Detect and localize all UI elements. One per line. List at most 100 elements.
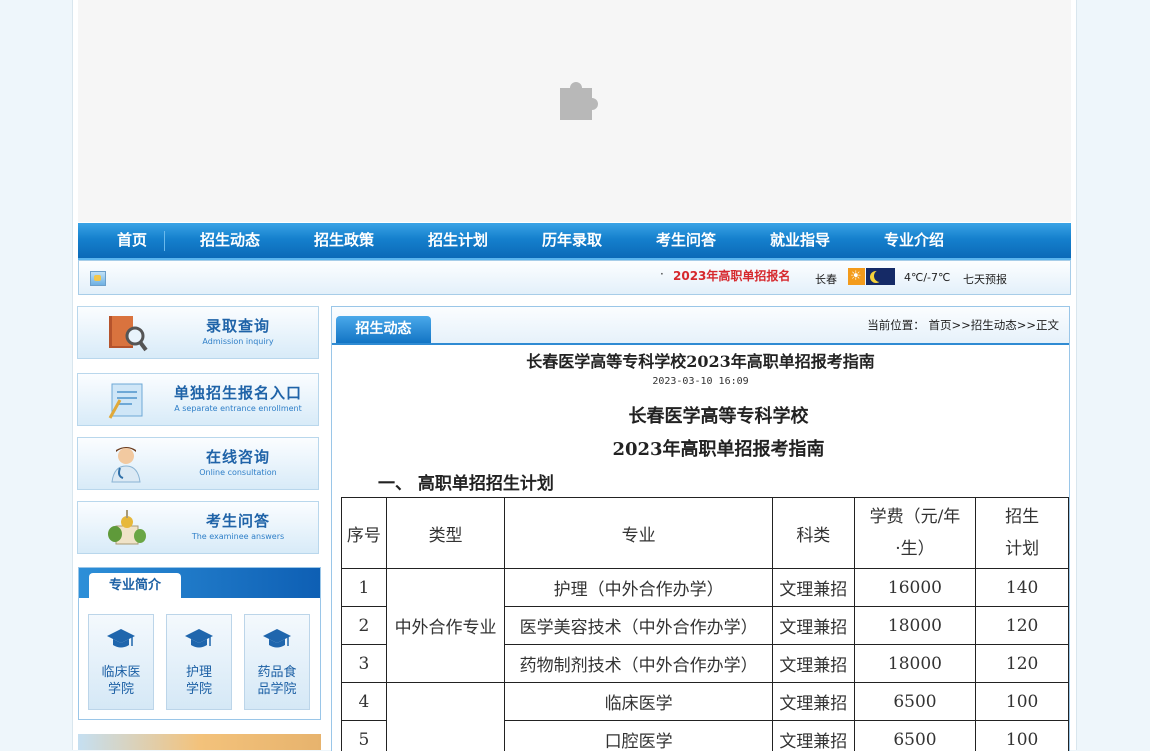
- cell-major: 药物制剂技术（中外合作办学）: [505, 645, 773, 683]
- cell-type-group: [386, 683, 504, 751]
- quick-link-subtitle: Admission inquiry: [168, 337, 308, 346]
- cell-no: 3: [342, 645, 387, 683]
- cell-major: 临床医学: [505, 683, 773, 721]
- header-fee: 学费（元/年 ·生）: [854, 498, 976, 569]
- college-label: 护理 学院: [170, 664, 228, 698]
- college-nursing-link[interactable]: 护理 学院: [166, 614, 232, 710]
- sun-icon: [848, 268, 865, 285]
- plugin-puzzle-icon: [556, 74, 602, 120]
- header-fee-line1: 学费（元/年: [870, 507, 961, 527]
- quick-link-title: 录取查询: [168, 315, 308, 336]
- book-magnifier-icon: [106, 313, 148, 353]
- quick-link-title: 单独招生报名入口: [168, 382, 308, 403]
- cell-plan: 100: [976, 721, 1069, 751]
- cell-fee: 18000: [854, 645, 976, 683]
- major-intro-tab[interactable]: 专业简介: [89, 573, 181, 598]
- college-label-line2: 品学院: [257, 682, 296, 697]
- cell-no: 1: [342, 569, 387, 607]
- cell-type-group: 中外合作专业: [386, 569, 504, 683]
- cell-no: 5: [342, 721, 387, 751]
- nav-admission-news[interactable]: 招生动态: [185, 223, 275, 258]
- main-nav: 首页 招生动态 招生政策 招生计划 历年录取 考生问答 就业指导 专业介绍: [78, 223, 1071, 260]
- moon-icon: [866, 268, 895, 285]
- cell-plan: 120: [976, 645, 1069, 683]
- announcement-icon: [90, 271, 106, 286]
- header-plan-line1: 招生: [1005, 507, 1039, 527]
- article-title: 长春医学高等专科学校2023年高职单招报考指南: [332, 348, 1069, 372]
- info-bar: · 2023年高职单招报名 长春 4℃/-7℃ 七天预报: [78, 260, 1071, 295]
- nav-separator: [164, 231, 165, 251]
- cell-no: 4: [342, 683, 387, 721]
- header-fee-line2: ·生）: [895, 539, 934, 559]
- nav-employment[interactable]: 就业指导: [755, 223, 845, 258]
- breadcrumb[interactable]: 当前位置： 首页>>招生动态>>正文: [867, 317, 1059, 333]
- major-intro-header: 专业简介: [79, 568, 320, 598]
- castle-qa-icon: [106, 508, 148, 548]
- quick-link-subtitle: The examinee answers: [168, 532, 308, 541]
- table-row: 4 临床医学 文理兼招 6500 100: [342, 683, 1069, 721]
- graduation-cap-icon: [106, 627, 136, 651]
- header-subject: 科类: [773, 498, 855, 569]
- college-label: 药品食 品学院: [248, 664, 306, 698]
- major-intro-panel: 专业简介 临床医 学院 护理 学院: [78, 567, 321, 720]
- admission-inquiry-button[interactable]: 录取查询 Admission inquiry: [77, 306, 319, 359]
- cell-subject: 文理兼招: [773, 569, 855, 607]
- header-no: 序号: [342, 498, 387, 569]
- college-label-line2: 学院: [108, 682, 134, 697]
- nav-past-admissions[interactable]: 历年录取: [527, 223, 617, 258]
- cell-subject: 文理兼招: [773, 645, 855, 683]
- sidebar-ad-banner[interactable]: [78, 734, 321, 750]
- header-major: 专业: [505, 498, 773, 569]
- nav-admission-policy[interactable]: 招生政策: [299, 223, 389, 258]
- cell-fee: 6500: [854, 683, 976, 721]
- college-clinical-link[interactable]: 临床医 学院: [88, 614, 154, 710]
- graduation-cap-icon: [184, 627, 214, 651]
- seven-day-forecast-link[interactable]: 七天预报: [963, 271, 1007, 287]
- cell-fee: 18000: [854, 607, 976, 645]
- college-label-line1: 护理: [186, 665, 212, 680]
- examinee-qa-button[interactable]: 考生问答 The examinee answers: [77, 501, 319, 554]
- nav-qa[interactable]: 考生问答: [641, 223, 731, 258]
- header-plan-line2: 计划: [1005, 539, 1039, 559]
- cell-major: 护理（中外合作办学）: [505, 569, 773, 607]
- registration-form-icon: [106, 380, 148, 420]
- weather-city: 长春: [815, 271, 837, 287]
- weather-temperature: 4℃/-7℃: [904, 271, 950, 284]
- enrollment-plan-table: 序号 类型 专业 科类 学费（元/年 ·生） 招生 计划 1 中外合作专业 护理…: [341, 497, 1069, 751]
- quick-link-title: 在线咨询: [168, 446, 308, 467]
- article-panel: 招生动态 当前位置： 首页>>招生动态>>正文 长春医学高等专科学校2023年高…: [331, 306, 1070, 751]
- section-heading: 一、 高职单招招生计划: [378, 469, 554, 494]
- school-heading: 长春医学高等专科学校: [332, 402, 1070, 428]
- cell-major: 医学美容技术（中外合作办学）: [505, 607, 773, 645]
- quick-link-subtitle: Online consultation: [168, 468, 308, 477]
- college-label-line1: 临床医: [101, 665, 140, 680]
- nav-majors[interactable]: 专业介绍: [869, 223, 959, 258]
- college-label-line1: 药品食: [257, 665, 296, 680]
- doctor-consult-icon: [106, 444, 148, 484]
- cell-subject: 文理兼招: [773, 721, 855, 751]
- cell-plan: 140: [976, 569, 1069, 607]
- news-ticker-link[interactable]: 2023年高职单招报名: [673, 267, 791, 284]
- cell-plan: 100: [976, 683, 1069, 721]
- cell-fee: 6500: [854, 721, 976, 751]
- banner-placeholder: [78, 0, 1071, 222]
- table-header-row: 序号 类型 专业 科类 学费（元/年 ·生） 招生 计划: [342, 498, 1069, 569]
- college-label: 临床医 学院: [92, 664, 150, 698]
- table-row: 1 中外合作专业 护理（中外合作办学） 文理兼招 16000 140: [342, 569, 1069, 607]
- college-pharma-food-link[interactable]: 药品食 品学院: [244, 614, 310, 710]
- separate-enrollment-button[interactable]: 单独招生报名入口 A separate entrance enrollment: [77, 373, 319, 426]
- cell-fee: 16000: [854, 569, 976, 607]
- cell-plan: 120: [976, 607, 1069, 645]
- page: 首页 招生动态 招生政策 招生计划 历年录取 考生问答 就业指导 专业介绍 · …: [72, 0, 1077, 750]
- graduation-cap-icon: [262, 627, 292, 651]
- quick-link-subtitle: A separate entrance enrollment: [168, 404, 308, 413]
- online-consultation-button[interactable]: 在线咨询 Online consultation: [77, 437, 319, 490]
- cell-major: 口腔医学: [505, 721, 773, 751]
- admission-news-tab[interactable]: 招生动态: [336, 316, 431, 343]
- nav-admission-plan[interactable]: 招生计划: [413, 223, 503, 258]
- news-bullet: ·: [660, 267, 664, 281]
- header-type: 类型: [386, 498, 504, 569]
- cell-no: 2: [342, 607, 387, 645]
- guide-heading: 2023年高职单招报考指南: [332, 435, 1070, 461]
- cell-subject: 文理兼招: [773, 607, 855, 645]
